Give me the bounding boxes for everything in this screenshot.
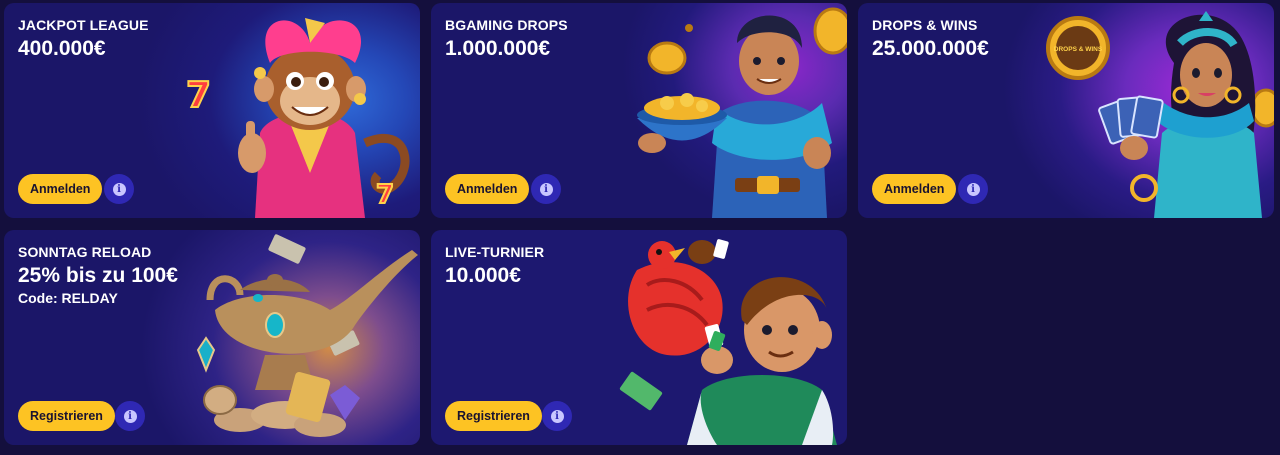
anmelden-button[interactable]: Anmelden [872,174,957,204]
parrot-and-boy-illustration [619,239,837,445]
promo-amount: 25% bis zu 100€ [18,264,178,287]
promo-title: JACKPOT LEAGUE [18,17,149,33]
promo-card-drops-wins[interactable]: DROPS & WINS DROPS & WINS 25.000.000€ An… [858,3,1274,218]
princess-with-cards-illustration: DROPS & WINS [1046,11,1274,218]
promo-card-jackpot-league[interactable]: 7 7 JACKPOT LEAGUE 400.000€ Anmelden i [4,3,420,218]
promo-card-sonntag-reload[interactable]: SONNTAG RELOAD 25% bis zu 100€ Code: REL… [4,230,420,445]
info-icon: i [966,182,980,196]
promo-title: LIVE-TURNIER [445,244,545,260]
anmelden-button[interactable]: Anmelden [445,174,530,204]
promo-card-bgaming-drops[interactable]: BGAMING DROPS 1.000.000€ Anmelden i [431,3,847,218]
promo-amount: 25.000.000€ [872,37,989,60]
info-button[interactable]: i [542,401,572,431]
promo-title: BGAMING DROPS [445,17,568,33]
promo-amount: 400.000€ [18,37,106,60]
promotions-grid: 7 7 JACKPOT LEAGUE 400.000€ Anmelden i B… [4,3,1276,447]
promo-amount: 1.000.000€ [445,37,551,60]
promo-title: DROPS & WINS [872,17,978,33]
info-icon: i [123,409,137,423]
info-icon: i [112,182,126,196]
genie-hero-with-gold-bowl-illustration [637,7,847,218]
drops-wins-badge-text: DROPS & WINS [1054,46,1103,53]
anmelden-button[interactable]: Anmelden [18,174,103,204]
info-button[interactable]: i [104,174,134,204]
registrieren-button[interactable]: Registrieren [445,401,542,431]
info-button[interactable]: i [531,174,561,204]
magic-lamp-with-coins-illustration [196,234,418,437]
info-icon: i [550,409,564,423]
svg-text:7: 7 [186,75,211,116]
promo-amount: 10.000€ [445,264,521,287]
promo-card-live-turnier[interactable]: LIVE-TURNIER 10.000€ Registrieren i [431,230,847,445]
info-button[interactable]: i [115,401,145,431]
jester-monkey-illustration: 7 7 [185,18,410,218]
registrieren-button[interactable]: Registrieren [18,401,115,431]
promo-title: SONNTAG RELOAD [18,244,152,260]
info-icon: i [539,182,553,196]
promo-code: Code: RELDAY [18,290,118,306]
info-button[interactable]: i [958,174,988,204]
svg-text:7: 7 [376,180,394,210]
